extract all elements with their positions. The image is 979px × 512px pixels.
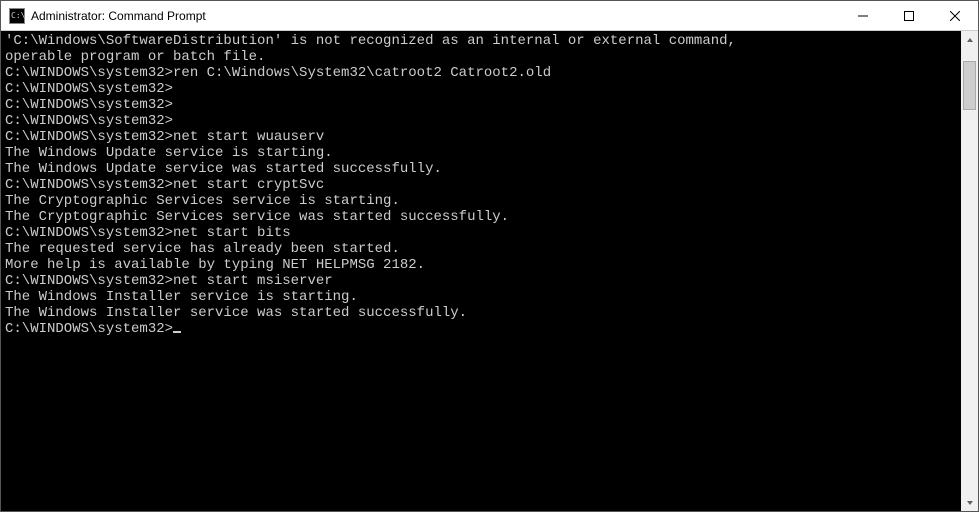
- maximize-button[interactable]: [886, 1, 932, 31]
- scrollbar-track[interactable]: [961, 48, 978, 494]
- terminal-line: operable program or batch file.: [5, 49, 957, 65]
- terminal-line: C:\WINDOWS\system32>ren C:\Windows\Syste…: [5, 65, 957, 81]
- terminal-line: The Windows Update service was started s…: [5, 161, 957, 177]
- terminal-line: C:\WINDOWS\system32>: [5, 113, 957, 129]
- terminal-line: C:\WINDOWS\system32>net start bits: [5, 225, 957, 241]
- terminal-line: The Windows Installer service was starte…: [5, 305, 957, 321]
- terminal-line: C:\WINDOWS\system32>net start cryptSvc: [5, 177, 957, 193]
- titlebar[interactable]: C:\ Administrator: Command Prompt: [1, 1, 978, 31]
- terminal-line: C:\WINDOWS\system32>net start msiserver: [5, 273, 957, 289]
- terminal-line: C:\WINDOWS\system32>: [5, 81, 957, 97]
- terminal-line: The Windows Update service is starting.: [5, 145, 957, 161]
- terminal-line: The requested service has already been s…: [5, 241, 957, 257]
- scrollbar-thumb[interactable]: [963, 61, 976, 110]
- terminal-line: 'C:\Windows\SoftwareDistribution' is not…: [5, 33, 957, 49]
- vertical-scrollbar[interactable]: [961, 31, 978, 511]
- minimize-button[interactable]: [840, 1, 886, 31]
- scroll-up-button[interactable]: [961, 31, 978, 48]
- window-title: Administrator: Command Prompt: [31, 9, 206, 23]
- terminal-line: More help is available by typing NET HEL…: [5, 257, 957, 273]
- cmd-window: C:\ Administrator: Command Prompt 'C:\Wi…: [0, 0, 979, 512]
- terminal-line: C:\WINDOWS\system32>: [5, 321, 957, 337]
- svg-text:C:\: C:\: [11, 11, 25, 20]
- cursor: [173, 331, 181, 333]
- close-button[interactable]: [932, 1, 978, 31]
- scroll-down-button[interactable]: [961, 494, 978, 511]
- cmd-icon: C:\: [9, 8, 25, 24]
- terminal-line: C:\WINDOWS\system32>: [5, 97, 957, 113]
- terminal-line: The Cryptographic Services service is st…: [5, 193, 957, 209]
- terminal-area: 'C:\Windows\SoftwareDistribution' is not…: [1, 31, 978, 511]
- terminal-line: The Cryptographic Services service was s…: [5, 209, 957, 225]
- terminal-line: C:\WINDOWS\system32>net start wuauserv: [5, 129, 957, 145]
- terminal-line: The Windows Installer service is startin…: [5, 289, 957, 305]
- terminal-output[interactable]: 'C:\Windows\SoftwareDistribution' is not…: [1, 31, 961, 511]
